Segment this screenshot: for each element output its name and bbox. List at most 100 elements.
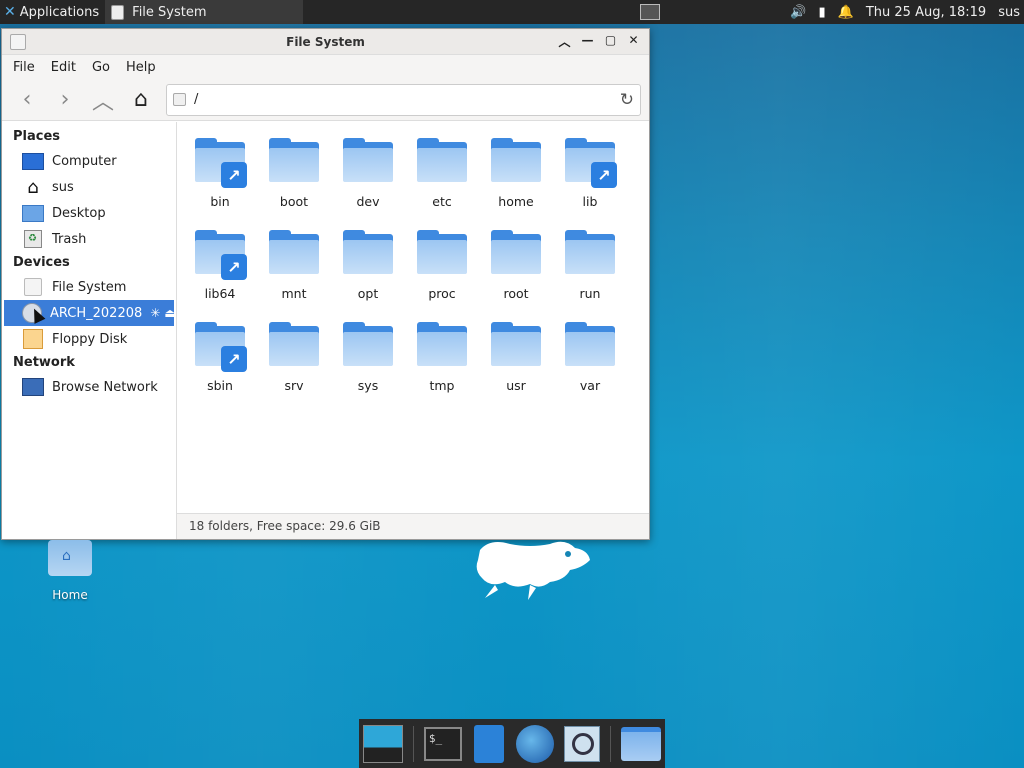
folder-grid: ↗ bin boot dev etc home ↗ lib ↗ lib64 mnt opt proc ro… — [183, 130, 627, 406]
folder-item[interactable]: ↗ lib — [553, 130, 627, 222]
applications-label: Applications — [19, 4, 100, 20]
folder-item[interactable]: usr — [479, 314, 553, 406]
file-view[interactable]: ↗ bin boot dev etc home ↗ lib ↗ lib64 mnt opt proc ro… — [177, 122, 649, 539]
sidebar-item-floppy-disk[interactable]: Floppy Disk — [2, 326, 176, 352]
workspace-switcher[interactable] — [640, 4, 661, 20]
terminal-icon: $_ — [423, 726, 462, 761]
drive-icon — [24, 278, 42, 296]
back-button[interactable]: ‹ — [10, 85, 44, 115]
dock-file-manager[interactable] — [472, 724, 506, 764]
network-icon — [22, 378, 44, 396]
sidebar-item-label: Desktop — [52, 205, 106, 221]
location-path[interactable]: / — [194, 92, 612, 107]
taskbar-item-label: File System — [132, 4, 207, 20]
dock-folder[interactable] — [621, 724, 661, 764]
user-menu[interactable]: sus — [998, 5, 1020, 20]
folder-item[interactable]: home — [479, 130, 553, 222]
folder-label: sys — [357, 378, 379, 393]
menu-go[interactable]: Help — [119, 58, 163, 77]
home-folder-icon: ⌂ — [48, 540, 92, 576]
dock-web-browser[interactable] — [516, 724, 555, 764]
chevron-right-icon: › — [60, 87, 70, 112]
folder-item[interactable]: proc — [405, 222, 479, 314]
web-browser-icon — [516, 724, 555, 763]
menu-help[interactable] — [165, 65, 179, 69]
folder-item[interactable]: sys — [331, 314, 405, 406]
folder-icon: ↗ — [193, 318, 247, 372]
location-bar[interactable]: / ↻ — [166, 83, 641, 116]
folder-label: etc — [432, 194, 452, 209]
menu-file[interactable]: File — [6, 58, 42, 77]
sidebar-item-computer[interactable]: Computer — [2, 148, 176, 174]
folder-icon — [267, 226, 321, 280]
sidebar-item-trash[interactable]: Trash — [2, 226, 176, 252]
folder-item[interactable]: root — [479, 222, 553, 314]
home-button[interactable]: ⌂ — [124, 85, 158, 115]
sidebar-item-desktop[interactable]: Desktop — [2, 200, 176, 226]
menu-edit[interactable]: Edit — [44, 58, 83, 77]
roll-up-button[interactable]: ︿ — [557, 33, 572, 50]
folder-icon — [341, 318, 395, 372]
file-manager-window: File System ︿ — ▢ ✕ File Edit Go Help ‹ … — [1, 28, 650, 540]
folder-icon — [341, 134, 395, 188]
desktop-icon-home[interactable]: ⌂ Home — [44, 540, 96, 602]
folder-label: mnt — [281, 286, 307, 301]
dock-app-finder[interactable] — [564, 724, 601, 764]
folder-label: dev — [356, 194, 380, 209]
folder-item[interactable]: run — [553, 222, 627, 314]
folder-item[interactable]: opt — [331, 222, 405, 314]
folder-label: home — [498, 194, 534, 209]
folder-label: srv — [284, 378, 304, 393]
folder-item[interactable]: dev — [331, 130, 405, 222]
folder-icon — [563, 318, 617, 372]
folder-icon — [267, 134, 321, 188]
search-icon — [564, 725, 601, 762]
sidebar-item-label: ARCH_202208 — [50, 305, 143, 321]
folder-item[interactable]: ↗ sbin — [183, 314, 257, 406]
menu-view[interactable]: Go — [85, 58, 117, 77]
folder-icon — [341, 226, 395, 280]
folder-item[interactable]: boot — [257, 130, 331, 222]
sidebar-item-file-system[interactable]: File System — [2, 274, 176, 300]
folder-label: bin — [210, 194, 230, 209]
file-manager-icon — [474, 724, 504, 763]
desktop-icon — [22, 204, 44, 222]
notification-bell-icon[interactable]: 🔔 — [838, 5, 854, 20]
show-desktop-icon — [363, 724, 403, 763]
folder-icon — [415, 318, 469, 372]
taskbar-item-file-system[interactable]: File System — [105, 0, 304, 24]
applications-menu[interactable]: ✕ Applications — [0, 0, 105, 24]
parent-folder-button[interactable]: ︿ — [86, 85, 120, 115]
folder-item[interactable]: var — [553, 314, 627, 406]
sidebar-item-label: Browse Network — [52, 379, 158, 395]
sidebar-item-home[interactable]: ⌂ sus — [2, 174, 176, 200]
folder-item[interactable]: ↗ lib64 — [183, 222, 257, 314]
window-titlebar[interactable]: File System ︿ — ▢ ✕ — [2, 29, 649, 55]
dock-terminal[interactable]: $_ — [423, 724, 462, 764]
close-button[interactable]: ✕ — [626, 33, 641, 50]
folder-icon — [415, 226, 469, 280]
folder-item[interactable]: etc — [405, 130, 479, 222]
folder-icon: ↗ — [563, 134, 617, 188]
top-panel: ✕ Applications File System 🔊 ▮ 🔔 Thu 25 … — [0, 0, 1024, 24]
window-title: File System — [286, 34, 365, 49]
xfce-logo-icon: ✕ — [4, 4, 16, 20]
battery-icon[interactable]: ▮ — [819, 5, 826, 20]
volume-icon[interactable]: 🔊 — [790, 5, 806, 20]
folder-item[interactable]: mnt — [257, 222, 331, 314]
clock[interactable]: Thu 25 Aug, 18:19 — [866, 5, 986, 20]
symlink-arrow-icon: ↗ — [221, 254, 247, 280]
forward-button[interactable]: › — [48, 85, 82, 115]
maximize-button[interactable]: ▢ — [603, 33, 618, 50]
dock-show-desktop[interactable] — [363, 724, 403, 764]
folder-item[interactable]: tmp — [405, 314, 479, 406]
desktop-icon-label: Home — [52, 588, 88, 602]
minimize-button[interactable]: — — [580, 33, 595, 50]
symlink-arrow-icon: ↗ — [221, 162, 247, 188]
folder-icon — [563, 226, 617, 280]
sidebar-item-browse-network[interactable]: Browse Network — [2, 374, 176, 400]
folder-item[interactable]: srv — [257, 314, 331, 406]
reload-icon[interactable]: ↻ — [620, 90, 634, 110]
folder-item[interactable]: ↗ bin — [183, 130, 257, 222]
sidebar: Places Computer ⌂ sus Desktop Trash Devi… — [2, 122, 177, 539]
